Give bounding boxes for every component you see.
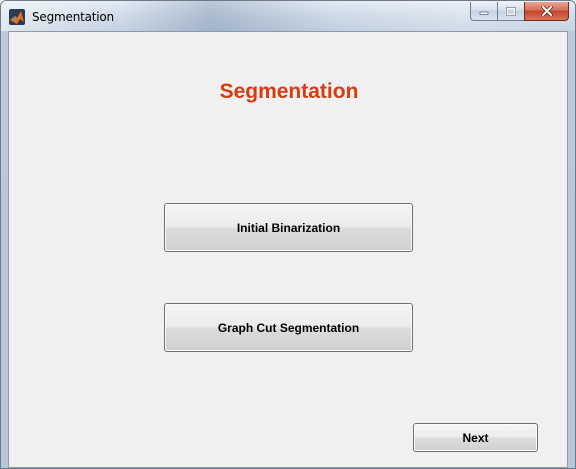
close-icon <box>540 6 553 16</box>
maximize-icon <box>506 6 516 16</box>
close-button[interactable] <box>524 2 569 21</box>
initial-binarization-button[interactable]: Initial Binarization <box>164 203 413 252</box>
minimize-button[interactable] <box>470 2 497 21</box>
graph-cut-segmentation-button[interactable]: Graph Cut Segmentation <box>164 303 413 352</box>
figure-panel: Segmentation Initial Binarization Graph … <box>8 31 568 468</box>
next-button[interactable]: Next <box>413 423 538 452</box>
window-title: Segmentation <box>32 10 114 24</box>
page-title: Segmentation <box>219 80 359 103</box>
caption-buttons <box>470 2 569 22</box>
app-window: Segmentation Segmentation Initial Binari… <box>0 0 576 469</box>
matlab-logo-icon <box>9 9 25 25</box>
title-bar[interactable]: Segmentation <box>1 1 575 31</box>
maximize-button[interactable] <box>497 2 524 21</box>
minimize-icon <box>479 11 489 15</box>
